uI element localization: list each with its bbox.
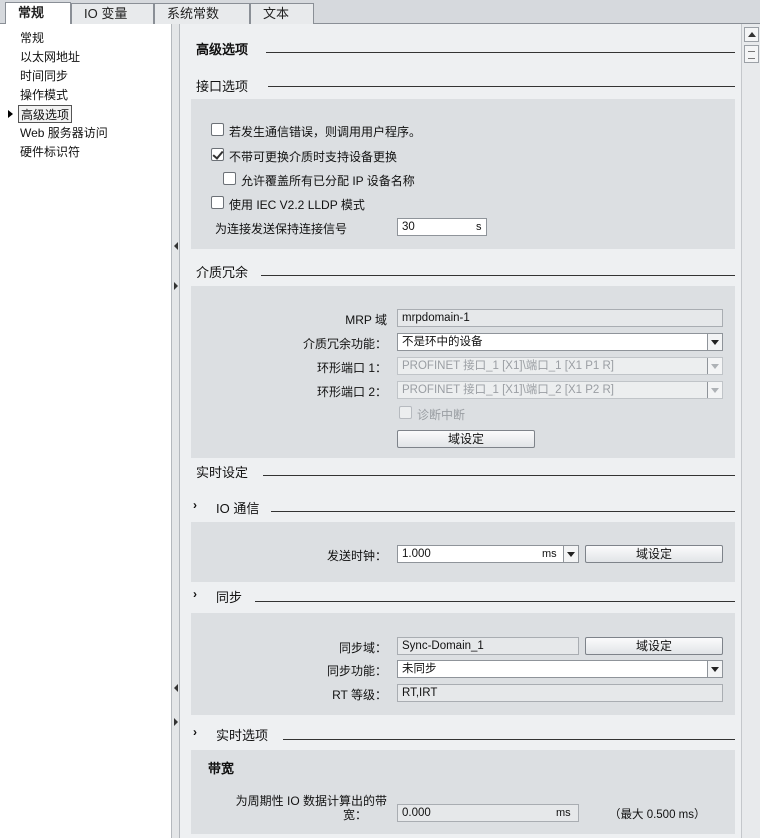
- scrollbar-thumb[interactable]: [744, 45, 759, 63]
- section-title-realtime-settings: 实时设定: [196, 465, 249, 480]
- vertical-scrollbar[interactable]: [741, 24, 760, 838]
- scroll-up-icon[interactable]: [744, 27, 759, 42]
- overwrite-names-label: 允许覆盖所有已分配 IP 设备名称: [241, 174, 415, 188]
- rt-class-field: RT,IRT: [397, 684, 723, 702]
- rt-class-label: RT 等级：: [332, 688, 387, 702]
- chevron-right-icon[interactable]: ›: [193, 498, 197, 512]
- expand-arrow-icon[interactable]: [8, 110, 13, 118]
- expand-right-icon[interactable]: [174, 718, 178, 726]
- bandwidth-panel: 带宽 为周期性 IO 数据计算出的带 宽： 0.000 ms （最大 0.500…: [191, 750, 735, 834]
- section-title-rt-options: 实时选项: [216, 728, 269, 743]
- tab-general[interactable]: 常规: [5, 2, 71, 24]
- calc-bandwidth-value: 0.000: [402, 807, 431, 819]
- mrp-domain-label: MRP 域: [345, 313, 387, 327]
- max-bandwidth-note: （最大 0.500 ms）: [609, 809, 706, 821]
- send-clock-unit: ms: [542, 548, 557, 560]
- comm-error-label: 若发生通信错误，则调用用户程序。: [229, 125, 422, 139]
- tab-texts[interactable]: 文本: [250, 3, 314, 24]
- calc-bandwidth-label-line1: 为周期性 IO 数据计算出的带: [235, 794, 387, 808]
- sync-domain-label: 同步域：: [338, 641, 387, 655]
- io-communication-panel: 发送时钟： 1.000 ms 域设定: [191, 522, 735, 582]
- tab-io-tags[interactable]: IO 变量: [71, 3, 154, 24]
- redundancy-function-label: 介质冗余功能：: [302, 337, 387, 351]
- sync-domain-field: Sync-Domain_1: [397, 637, 579, 655]
- keepalive-input[interactable]: 30 s: [397, 218, 487, 236]
- divider: [266, 52, 735, 53]
- device-replace-label: 不带可更换介质时支持设备更换: [229, 150, 398, 164]
- ring-port2-select: PROFINET 接口_1 [X1]\端口_2 [X1 P2 R]: [397, 381, 723, 399]
- expand-right-icon[interactable]: [174, 282, 178, 290]
- media-redundancy-panel: MRP 域 mrpdomain-1 介质冗余功能： 不是环中的设备 环形端口 1…: [191, 286, 735, 458]
- redundancy-function-select[interactable]: 不是环中的设备: [397, 333, 723, 351]
- tab-bar: 常规 IO 变量 系统常数 文本: [0, 0, 760, 24]
- sync-function-value: 未同步: [402, 663, 437, 675]
- mrp-domain-field: mrpdomain-1: [397, 309, 723, 327]
- nav-item-general[interactable]: 常规: [20, 29, 44, 47]
- nav-item-ethernet-address[interactable]: 以太网地址: [20, 48, 80, 66]
- divider: [255, 601, 735, 602]
- nav-item-hardware-identifier[interactable]: 硬件标识符: [20, 143, 80, 161]
- send-clock-value: 1.000: [402, 548, 431, 560]
- calc-bandwidth-field: 0.000 ms: [397, 804, 579, 822]
- sync-domain-settings-button[interactable]: 域设定: [585, 637, 723, 655]
- send-clock-label: 发送时钟：: [326, 549, 387, 563]
- sync-function-label: 同步功能：: [326, 664, 387, 678]
- collapse-left-icon[interactable]: [174, 684, 178, 692]
- chevron-right-icon[interactable]: ›: [193, 587, 197, 601]
- chevron-down-icon[interactable]: [563, 546, 578, 562]
- calc-bandwidth-unit: ms: [556, 807, 571, 819]
- ring-port2-label: 环形端口 2：: [316, 385, 387, 399]
- domain-settings-button[interactable]: 域设定: [397, 430, 535, 448]
- interface-options-panel: 若发生通信错误，则调用用户程序。 不带可更换介质时支持设备更换 允许覆盖所有已分…: [191, 99, 735, 249]
- content-area: 高级选项 接口选项 若发生通信错误，则调用用户程序。 不带可更换介质时支持设备更…: [181, 24, 741, 838]
- send-clock-select[interactable]: 1.000 ms: [397, 545, 579, 563]
- divider: [261, 275, 735, 276]
- overwrite-names-checkbox[interactable]: [223, 172, 236, 185]
- ring-port1-value: PROFINET 接口_1 [X1]\端口_1 [X1 P1 R]: [402, 360, 614, 372]
- redundancy-function-value: 不是环中的设备: [402, 336, 483, 348]
- diag-interrupt-checkbox: [399, 406, 412, 419]
- divider: [268, 86, 735, 87]
- properties-nav: 常规 以太网地址 时间同步 操作模式 高级选项 Web 服务器访问 硬件标识符: [0, 24, 172, 838]
- ring-port1-select: PROFINET 接口_1 [X1]\端口_1 [X1 P1 R]: [397, 357, 723, 375]
- divider: [283, 739, 735, 740]
- chevron-down-icon: [707, 358, 722, 374]
- diag-interrupt-label: 诊断中断: [417, 408, 466, 422]
- nav-item-advanced-options[interactable]: 高级选项: [18, 105, 73, 123]
- keepalive-label: 为连接发送保持连接信号: [215, 222, 348, 236]
- divider: [263, 475, 735, 476]
- comm-error-checkbox[interactable]: [211, 123, 224, 136]
- sync-panel: 同步域： Sync-Domain_1 域设定 同步功能： 未同步 RT 等级： …: [191, 613, 735, 715]
- lldp-mode-label: 使用 IEC V2.2 LLDP 模式: [229, 198, 365, 212]
- collapse-left-icon[interactable]: [174, 242, 178, 250]
- section-title-interface-options: 接口选项: [196, 79, 249, 94]
- ring-port1-label: 环形端口 1：: [316, 361, 387, 375]
- panel-splitter[interactable]: [172, 24, 180, 838]
- keepalive-value: 30: [402, 221, 415, 233]
- io-domain-settings-button[interactable]: 域设定: [585, 545, 723, 563]
- section-title-io-communication: IO 通信: [216, 501, 260, 516]
- chevron-down-icon[interactable]: [707, 661, 722, 677]
- ring-port2-value: PROFINET 接口_1 [X1]\端口_2 [X1 P2 R]: [402, 384, 614, 396]
- nav-item-time-sync[interactable]: 时间同步: [20, 67, 68, 85]
- lldp-mode-checkbox[interactable]: [211, 196, 224, 209]
- section-title-media-redundancy: 介质冗余: [196, 265, 249, 280]
- tab-system-constants[interactable]: 系统常数: [154, 3, 250, 24]
- nav-item-operating-mode[interactable]: 操作模式: [20, 86, 68, 104]
- calc-bandwidth-label-line2: 宽：: [342, 808, 367, 822]
- nav-item-web-server-access[interactable]: Web 服务器访问: [20, 124, 108, 142]
- device-replace-checkbox[interactable]: [211, 148, 224, 161]
- calc-bandwidth-label: 为周期性 IO 数据计算出的带 宽：: [211, 794, 387, 822]
- chevron-down-icon: [707, 382, 722, 398]
- section-title-sync: 同步: [216, 590, 243, 605]
- chevron-down-icon[interactable]: [707, 334, 722, 350]
- keepalive-unit: s: [476, 221, 482, 233]
- chevron-right-icon[interactable]: ›: [193, 725, 197, 739]
- divider: [271, 511, 735, 512]
- bandwidth-title: 带宽: [208, 761, 235, 776]
- sync-function-select[interactable]: 未同步: [397, 660, 723, 678]
- page-title: 高级选项: [196, 42, 249, 57]
